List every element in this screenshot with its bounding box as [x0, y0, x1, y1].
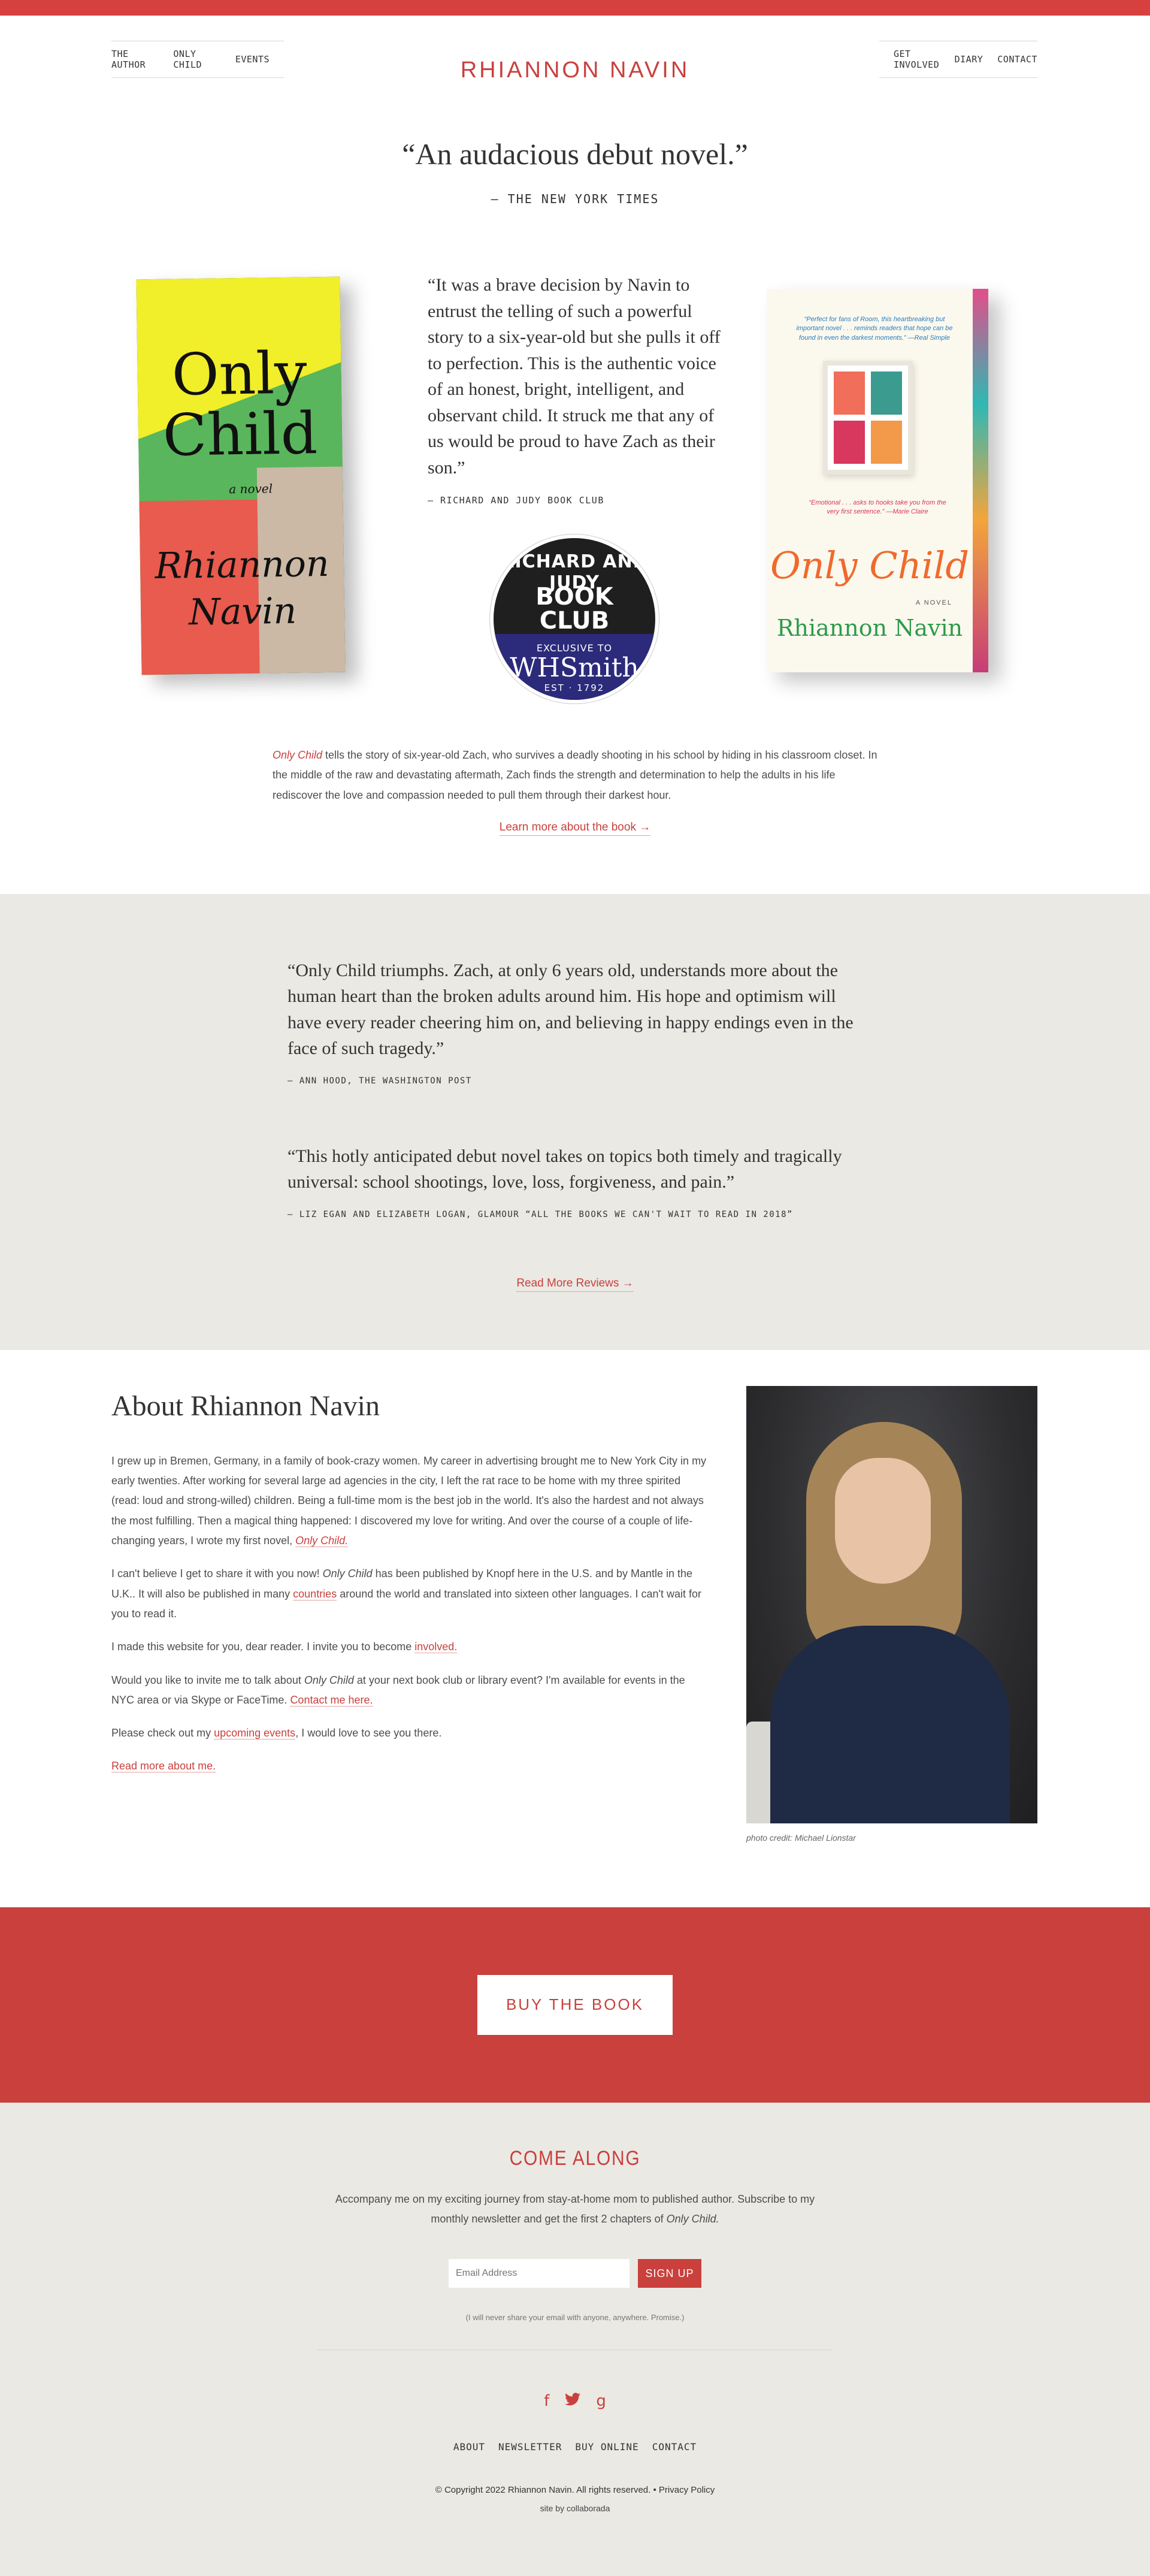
learn-more-link[interactable]: Learn more about the book → — [0, 820, 1150, 836]
newsletter-intro: Accompany me on my exciting journey from… — [335, 2193, 815, 2225]
privacy-note: (I will never share your email with anyo… — [465, 2313, 685, 2323]
photo-body — [770, 1625, 1010, 1823]
about-paragraph: Would you like to invite me to talk abou… — [111, 1674, 685, 1707]
book-club-badge: RICHARD AND JUDY BOOK CLUB EXCLUSIVE TO W… — [490, 534, 659, 703]
nav-diary[interactable]: Diary — [955, 54, 983, 65]
facebook-icon[interactable]: f — [544, 2392, 549, 2410]
description-text: tells the story of six-year-old Zach, wh… — [273, 749, 877, 801]
primary-nav-right: Get Involved Diary Contact — [879, 41, 1037, 78]
cover-subtitle: a novel — [229, 481, 273, 497]
book-title-italic: Only Child — [273, 749, 323, 761]
only-child-link[interactable]: Only Child. — [295, 1535, 349, 1548]
contact-me-link[interactable]: Contact me here. — [290, 1693, 373, 1707]
pull-quote: “It was a brave decision by Navin to ent… — [428, 272, 727, 506]
site-header: The Author Only Child Events RHIANNON NA… — [0, 16, 1150, 93]
reviews-section: “Only Child triumphs. Zach, at only 6 ye… — [0, 893, 1150, 1350]
buy-band: BUY THE BOOK — [0, 1907, 1150, 2103]
window-pane — [834, 421, 865, 464]
pull-quote-source: – RICHARD AND JUDY BOOK CLUB — [428, 495, 604, 506]
about-paragraph: Read more about me. — [111, 1756, 710, 1776]
copyright: © Copyright 2022 Rhiannon Navin. All rig… — [435, 2485, 715, 2496]
review-text: “Only Child triumphs. Zach, at only 6 ye… — [288, 960, 854, 1059]
about-paragraph: I grew up in Bremen, Germany, in a famil… — [111, 1454, 707, 1548]
badge-book-club: BOOK CLUB — [535, 583, 613, 635]
badge-est: EST · 1792 — [544, 682, 605, 694]
footer-nav-newsletter[interactable]: NEWSLETTER — [498, 2441, 562, 2453]
buy-the-book-button[interactable]: BUY THE BOOK — [477, 1974, 673, 2035]
photo-face — [835, 1457, 931, 1584]
author-photo — [746, 1385, 1037, 1823]
twitter-icon[interactable] — [565, 2392, 581, 2410]
read-more-reviews-link[interactable]: Read More Reviews → — [0, 1276, 1150, 1292]
footer-nav: ABOUT NEWSLETTER BUY ONLINE CONTACT — [0, 2441, 1150, 2453]
cover-title: Only Child — [770, 543, 970, 587]
newsletter-footer: COME ALONG Accompany me on my exciting j… — [0, 2102, 1150, 2576]
upcoming-events-link[interactable]: upcoming events — [214, 1727, 296, 1740]
cover-blurb-top: “Perfect for fans of Room, this heartbre… — [796, 316, 953, 342]
newsletter-form: SIGN UP — [0, 2259, 1150, 2288]
read-more-about-me-link[interactable]: Read more about me. — [111, 1760, 216, 1773]
book-cover-uk[interactable]: Only Child a novel Rhiannon Navin — [136, 276, 346, 675]
cover-author: Rhiannon Navin — [776, 615, 963, 641]
pull-quote-text: “It was a brave decision by Navin to ent… — [428, 275, 721, 478]
footer-nav-contact[interactable]: CONTACT — [652, 2441, 697, 2453]
top-accent-bar — [0, 0, 1150, 16]
window-pane — [834, 372, 865, 415]
window-pane — [871, 372, 902, 415]
newsletter-heading: COME ALONG — [509, 2146, 641, 2170]
about-heading: About Rhiannon Navin — [111, 1390, 380, 1422]
book-description: Only Child tells the story of six-year-o… — [273, 745, 877, 805]
goodreads-icon[interactable]: g — [596, 2392, 606, 2410]
footer-nav-about[interactable]: ABOUT — [453, 2441, 485, 2453]
hero-quote: “An audacious debut novel.” — [402, 137, 748, 171]
cover-label: A NOVEL — [915, 599, 952, 606]
about-text: About Rhiannon Navin I grew up in Bremen… — [111, 1390, 710, 1777]
involved-link[interactable]: involved. — [414, 1641, 458, 1654]
social-links: f g — [0, 2392, 1150, 2410]
email-field[interactable] — [449, 2259, 630, 2288]
book-cover-us[interactable]: “Perfect for fans of Room, this heartbre… — [767, 289, 988, 672]
site-credit[interactable]: site by collaborada — [0, 2503, 1150, 2513]
badge-store: WHSmith — [510, 653, 639, 683]
cover-window-illustration — [823, 361, 913, 475]
sign-up-button[interactable]: SIGN UP — [638, 2259, 701, 2288]
hero-books-row: Only Child a novel Rhiannon Navin “It was … — [0, 242, 1150, 739]
badge-lower: EXCLUSIVE TO WHSmith EST · 1792 — [494, 634, 655, 700]
about-paragraph: I made this website for you, dear reader… — [111, 1641, 458, 1654]
review-item: “Only Child triumphs. Zach, at only 6 ye… — [288, 958, 862, 1086]
cover-author: Rhiannon Navin — [155, 542, 329, 634]
review-item: “This hotly anticipated debut novel take… — [288, 1143, 862, 1219]
review-text: “This hotly anticipated debut novel take… — [288, 1146, 842, 1192]
cover-edge — [973, 289, 988, 672]
cover-blurb-mid: “Emotional . . . asks to hooks take you … — [809, 499, 946, 516]
about-paragraph: Please check out my upcoming events, I w… — [111, 1727, 442, 1740]
hero-quote-source: – THE NEW YORK TIMES — [491, 192, 659, 206]
nav-contact[interactable]: Contact — [997, 54, 1037, 65]
about-paragraph: I can't believe I get to share it with y… — [111, 1568, 702, 1620]
footer-nav-buy-online[interactable]: BUY ONLINE — [575, 2441, 638, 2453]
photo-credit: photo credit: Michael Lionstar — [746, 1832, 856, 1843]
review-source: — LIZ EGAN AND ELIZABETH LOGAN, GLAMOUR … — [288, 1209, 793, 1219]
review-source: — ANN HOOD, THE WASHINGTON POST — [288, 1076, 472, 1086]
footer-divider — [317, 2349, 833, 2351]
countries-link[interactable]: countries — [293, 1587, 337, 1600]
about-section: About Rhiannon Navin I grew up in Bremen… — [0, 1350, 1150, 1907]
window-pane — [871, 421, 902, 464]
nav-get-involved[interactable]: Get Involved — [894, 49, 940, 70]
hero-section: “An audacious debut novel.” – THE NEW YO… — [0, 137, 1150, 836]
cover-title: Only Child — [162, 339, 318, 469]
